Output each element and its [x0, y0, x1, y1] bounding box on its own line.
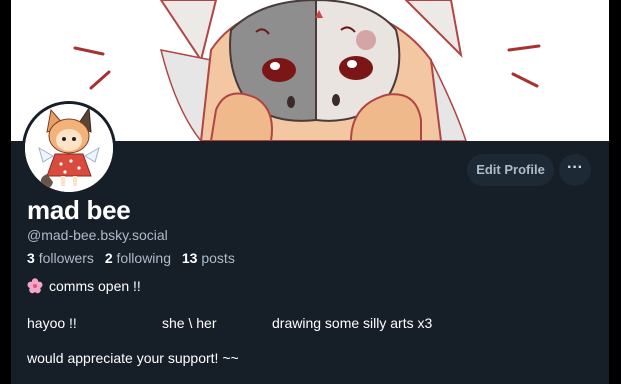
following-link[interactable]: 2 following	[105, 250, 171, 266]
followers-label: followers	[38, 250, 94, 266]
posts-count: 13	[181, 250, 198, 266]
profile-stats: 3 followers 2 following 13 posts	[27, 250, 242, 266]
bio-line-3: would appreciate your support! ~~	[27, 350, 239, 366]
more-options-icon: ···	[567, 159, 583, 176]
following-label: following	[116, 250, 171, 266]
posts-stat: 13 posts	[182, 250, 235, 266]
edit-profile-button[interactable]: Edit Profile	[467, 154, 554, 186]
posts-label: posts	[201, 250, 235, 266]
profile-page: Edit Profile ··· mad bee @mad-bee.bsky.s…	[11, 0, 609, 384]
cherry-blossom-icon	[27, 278, 43, 294]
display-name: mad bee	[27, 195, 131, 225]
bio-greeting: hayoo !!	[27, 315, 77, 331]
bio-pronouns: she \ her	[162, 315, 217, 331]
following-count: 2	[104, 250, 113, 266]
bio-line-1: comms open !!	[27, 278, 141, 294]
avatar-artwork	[25, 104, 113, 192]
profile-handle: @mad-bee.bsky.social	[27, 227, 168, 243]
bio-comms-text: comms open !!	[49, 278, 141, 294]
bio-description: drawing some silly arts x3	[272, 315, 433, 331]
avatar[interactable]	[22, 101, 116, 195]
more-options-button[interactable]: ···	[559, 154, 591, 186]
followers-link[interactable]: 3 followers	[27, 250, 94, 266]
followers-count: 3	[27, 250, 35, 266]
